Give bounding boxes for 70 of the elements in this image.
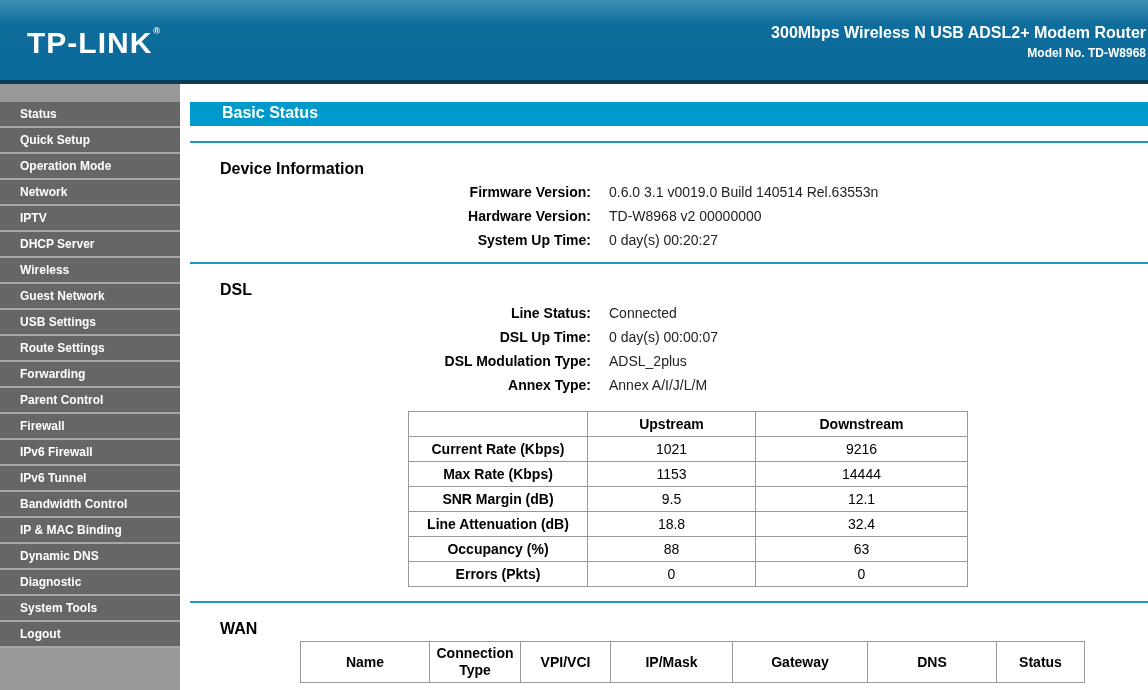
sidebar-item[interactable]: Forwarding <box>0 362 180 388</box>
column-header: Connection Type <box>429 641 521 683</box>
sidebar-item[interactable]: IPv6 Tunnel <box>0 466 180 492</box>
field-value: ADSL_2plus <box>609 353 688 369</box>
field-value: Annex A/I/J/L/M <box>609 377 709 393</box>
field-label: Line Status: <box>509 305 591 321</box>
sidebar-item[interactable]: Wireless <box>0 258 180 284</box>
table-cell: 32.4 <box>755 511 968 537</box>
sidebar-item[interactable]: Parent Control <box>0 388 180 414</box>
field-label: DSL Up Time: <box>498 329 591 345</box>
field-value: 0.6.0 3.1 v0019.0 Build 140514 Rel.63553n <box>609 184 880 200</box>
sidebar-item[interactable]: Firewall <box>0 414 180 440</box>
column-header: Name <box>300 641 430 683</box>
sidebar-item[interactable]: Operation Mode <box>0 154 180 180</box>
product-name: 300Mbps Wireless N USB ADSL2+ Modem Router <box>771 24 1146 42</box>
column-header: VPI/VCI <box>520 641 611 683</box>
table-cell: 1153 <box>587 461 756 487</box>
sidebar-item[interactable]: Dynamic DNS <box>0 544 180 570</box>
table-cell: 63 <box>755 536 968 562</box>
table-cell: 18.8 <box>587 511 756 537</box>
sidebar-item[interactable]: Route Settings <box>0 336 180 362</box>
column-header: DNS <box>867 641 997 683</box>
page-title: Basic Status <box>190 102 1148 126</box>
sidebar-item[interactable]: Quick Setup <box>0 128 180 154</box>
sidebar-item[interactable]: Logout <box>0 622 180 648</box>
row-label: Current Rate (Kbps) <box>408 436 588 462</box>
sidebar-item[interactable]: Status <box>0 102 180 128</box>
table-cell: 12.1 <box>755 486 968 512</box>
table-cell: 1021 <box>587 436 756 462</box>
section-heading: WAN <box>220 620 259 638</box>
field-value: Connected <box>609 305 678 321</box>
field-label: Hardware Version: <box>467 208 591 224</box>
sidebar-item[interactable]: Bandwidth Control <box>0 492 180 518</box>
sidebar-item[interactable]: DHCP Server <box>0 232 180 258</box>
sidebar-item[interactable]: IP & MAC Binding <box>0 518 180 544</box>
table-cell: 14444 <box>755 461 968 487</box>
row-label: Max Rate (Kbps) <box>408 461 588 487</box>
sidebar-item[interactable]: USB Settings <box>0 310 180 336</box>
column-header: Gateway <box>732 641 868 683</box>
table-cell: 9216 <box>755 436 968 462</box>
sidebar-item[interactable]: IPTV <box>0 206 180 232</box>
row-label: Line Attenuation (dB) <box>408 511 588 537</box>
logo-text: TP-LINK <box>27 26 153 60</box>
field-value: TD-W8968 v2 00000000 <box>609 208 763 224</box>
column-header: Status <box>996 641 1085 683</box>
column-header: Downstream <box>755 411 968 437</box>
table-cell: 0 <box>755 561 968 587</box>
registered-mark: ® <box>153 26 161 36</box>
sidebar-item[interactable]: System Tools <box>0 596 180 622</box>
table-cell: 9.5 <box>587 486 756 512</box>
field-value: 0 day(s) 00:20:27 <box>609 232 719 248</box>
row-label: Errors (Pkts) <box>408 561 588 587</box>
section-heading: DSL <box>220 281 253 299</box>
field-value: 0 day(s) 00:00:07 <box>609 329 719 345</box>
row-label: SNR Margin (dB) <box>408 486 588 512</box>
sidebar-item[interactable]: Guest Network <box>0 284 180 310</box>
field-label: System Up Time: <box>476 232 591 248</box>
field-label: Firmware Version: <box>468 184 591 200</box>
field-label: Annex Type: <box>507 377 591 393</box>
table-cell: 0 <box>587 561 756 587</box>
field-label: DSL Modulation Type: <box>443 353 591 369</box>
column-header: IP/Mask <box>610 641 733 683</box>
column-header: Upstream <box>587 411 756 437</box>
model-number: Model No. TD-W8968 <box>1026 46 1146 60</box>
sidebar-item[interactable]: Diagnostic <box>0 570 180 596</box>
sidebar-item[interactable]: Network <box>0 180 180 206</box>
section-heading: Device Information <box>220 160 366 178</box>
table-cell: 88 <box>587 536 756 562</box>
row-label: Occupancy (%) <box>408 536 588 562</box>
sidebar-item[interactable]: IPv6 Firewall <box>0 440 180 466</box>
